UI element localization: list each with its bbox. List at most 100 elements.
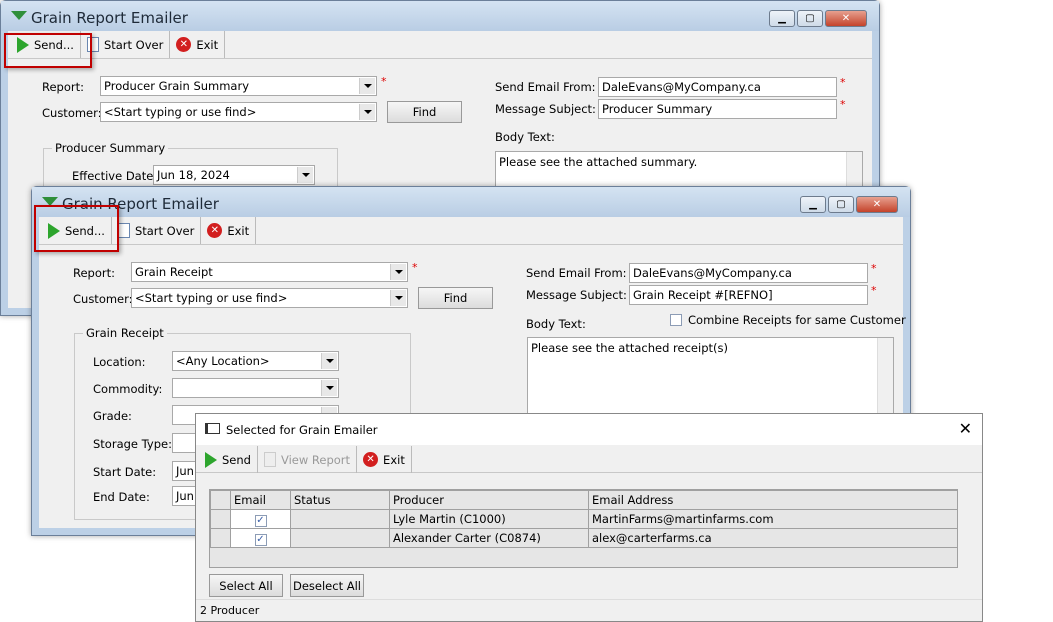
column-email-address[interactable]: Email Address xyxy=(588,490,958,510)
highlight-box xyxy=(34,205,119,252)
start-over-label: Start Over xyxy=(103,37,164,52)
subject-label: Message Subject: xyxy=(526,288,627,302)
envelope-list-icon xyxy=(205,423,220,434)
customer-label: Customer: xyxy=(73,292,133,306)
storage-type-label: Storage Type: xyxy=(93,437,172,451)
report-value: Producer Grain Summary xyxy=(104,79,250,93)
status-text: 2 Producer xyxy=(200,604,260,617)
start-date-label: Start Date: xyxy=(93,465,157,479)
column-email[interactable]: Email xyxy=(230,490,291,510)
required-marker: * xyxy=(840,76,846,89)
combine-receipts-checkbox[interactable]: Combine Receipts for same Customer xyxy=(670,313,906,327)
checkbox[interactable] xyxy=(670,314,682,326)
grid-header: Email Status Producer Email Address xyxy=(210,490,958,510)
required-marker: * xyxy=(871,284,877,297)
customer-select[interactable]: <Start typing or use find> xyxy=(131,288,408,308)
exit-button[interactable]: ✕ Exit xyxy=(170,31,226,58)
close-button[interactable]: ✕ xyxy=(825,10,867,27)
producer-cell: Alexander Carter (C0874) xyxy=(389,528,589,548)
required-marker: * xyxy=(871,262,877,275)
required-marker: * xyxy=(381,75,387,88)
start-over-label: Start Over xyxy=(134,223,195,238)
required-marker: * xyxy=(840,98,846,111)
dialog-title-bar[interactable]: Selected for Grain Emailer ✕ xyxy=(196,414,982,445)
find-button[interactable]: Find xyxy=(387,101,462,123)
grade-label: Grade: xyxy=(93,409,132,423)
report-select[interactable]: Grain Receipt xyxy=(131,262,408,282)
group-title: Producer Summary xyxy=(52,141,169,155)
chevron-down-icon[interactable] xyxy=(390,264,406,280)
effective-date-label: Effective Date: xyxy=(72,169,158,183)
subject-input[interactable]: Grain Receipt #[REFNO] xyxy=(629,285,868,305)
subject-input[interactable]: Producer Summary xyxy=(598,99,837,119)
maximize-button[interactable]: ▢ xyxy=(828,196,854,213)
chevron-down-icon[interactable] xyxy=(359,104,375,120)
deselect-all-button[interactable]: Deselect All xyxy=(290,574,364,597)
start-over-button[interactable]: Start Over xyxy=(81,31,171,58)
select-all-button[interactable]: Select All xyxy=(209,574,283,597)
send-label: Send xyxy=(222,452,251,467)
email-checkbox[interactable]: ✓ xyxy=(254,533,267,546)
maximize-button[interactable]: ▢ xyxy=(797,10,823,27)
exit-button[interactable]: ✕ Exit xyxy=(357,446,412,473)
report-select[interactable]: Producer Grain Summary xyxy=(100,76,377,96)
producer-grid: Email Status Producer Email Address ✓ Lyle M… xyxy=(209,489,958,568)
end-date-value: Jun xyxy=(176,489,194,503)
table-row[interactable]: ✓ Alexander Carter (C0874) alex@carterfarm… xyxy=(210,528,958,548)
body-text-label: Body Text: xyxy=(526,317,586,331)
column-producer[interactable]: Producer xyxy=(389,490,589,510)
chevron-down-icon[interactable] xyxy=(359,78,375,94)
send-button[interactable]: Send xyxy=(199,446,258,473)
minimize-button[interactable]: ▁ xyxy=(800,196,826,213)
exit-label: Exit xyxy=(227,223,250,238)
chevron-down-icon[interactable] xyxy=(321,380,337,396)
effective-date-value: Jun 18, 2024 xyxy=(157,168,230,182)
body-text-value: Please see the attached summary. xyxy=(499,155,698,169)
body-text-value: Please see the attached receipt(s) xyxy=(531,341,728,355)
producer-cell: Lyle Martin (C1000) xyxy=(389,509,589,529)
exit-icon: ✕ xyxy=(363,452,379,467)
send-from-input[interactable]: DaleEvans@MyCompany.ca xyxy=(598,77,837,97)
selected-for-emailer-dialog: Selected for Grain Emailer ✕ Send View R… xyxy=(195,413,983,622)
title-bar[interactable]: Grain Report Emailer ▁ ▢ ✕ xyxy=(32,187,910,217)
exit-button[interactable]: ✕ Exit xyxy=(201,217,257,244)
email-checkbox[interactable]: ✓ xyxy=(254,514,267,527)
report-label: Report: xyxy=(42,80,84,94)
chevron-down-icon[interactable] xyxy=(321,353,337,369)
commodity-select[interactable] xyxy=(172,378,339,398)
chevron-down-icon[interactable] xyxy=(297,167,313,183)
start-date-value: Jun xyxy=(176,464,194,478)
email-address-cell: MartinFarms@martinfarms.com xyxy=(588,509,958,529)
combine-receipts-label: Combine Receipts for same Customer xyxy=(688,313,906,327)
column-status[interactable]: Status xyxy=(290,490,390,510)
customer-value: <Start typing or use find> xyxy=(104,105,257,119)
dialog-title: Selected for Grain Emailer xyxy=(226,423,378,437)
start-over-button[interactable]: Start Over xyxy=(112,217,202,244)
effective-date-picker[interactable]: Jun 18, 2024 xyxy=(153,165,315,185)
title-bar[interactable]: Grain Report Emailer ▁ ▢ ✕ xyxy=(1,1,879,31)
body-text-label: Body Text: xyxy=(495,130,555,144)
close-button[interactable]: ✕ xyxy=(856,196,898,213)
view-report-button[interactable]: View Report xyxy=(258,446,358,473)
end-date-label: End Date: xyxy=(93,490,150,504)
send-from-label: Send Email From: xyxy=(495,80,596,94)
location-value: <Any Location> xyxy=(176,354,270,368)
chevron-down-icon[interactable] xyxy=(390,290,406,306)
status-bar: 2 Producer xyxy=(196,599,982,621)
minimize-button[interactable]: ▁ xyxy=(769,10,795,27)
table-row[interactable]: ✓ Lyle Martin (C1000) MartinFarms@martinfa… xyxy=(210,509,958,529)
location-select[interactable]: <Any Location> xyxy=(172,351,339,371)
close-icon[interactable]: ✕ xyxy=(959,419,972,438)
customer-value: <Start typing or use find> xyxy=(135,291,288,305)
customer-select[interactable]: <Start typing or use find> xyxy=(100,102,377,122)
exit-label: Exit xyxy=(196,37,219,52)
highlight-box xyxy=(4,33,92,68)
window-title: Grain Report Emailer xyxy=(31,9,188,27)
report-label: Report: xyxy=(73,266,115,280)
commodity-label: Commodity: xyxy=(93,382,163,396)
report-icon xyxy=(263,452,276,467)
exit-label: Exit xyxy=(383,452,405,467)
send-from-input[interactable]: DaleEvans@MyCompany.ca xyxy=(629,263,868,283)
exit-icon: ✕ xyxy=(176,37,192,52)
find-button[interactable]: Find xyxy=(418,287,493,309)
